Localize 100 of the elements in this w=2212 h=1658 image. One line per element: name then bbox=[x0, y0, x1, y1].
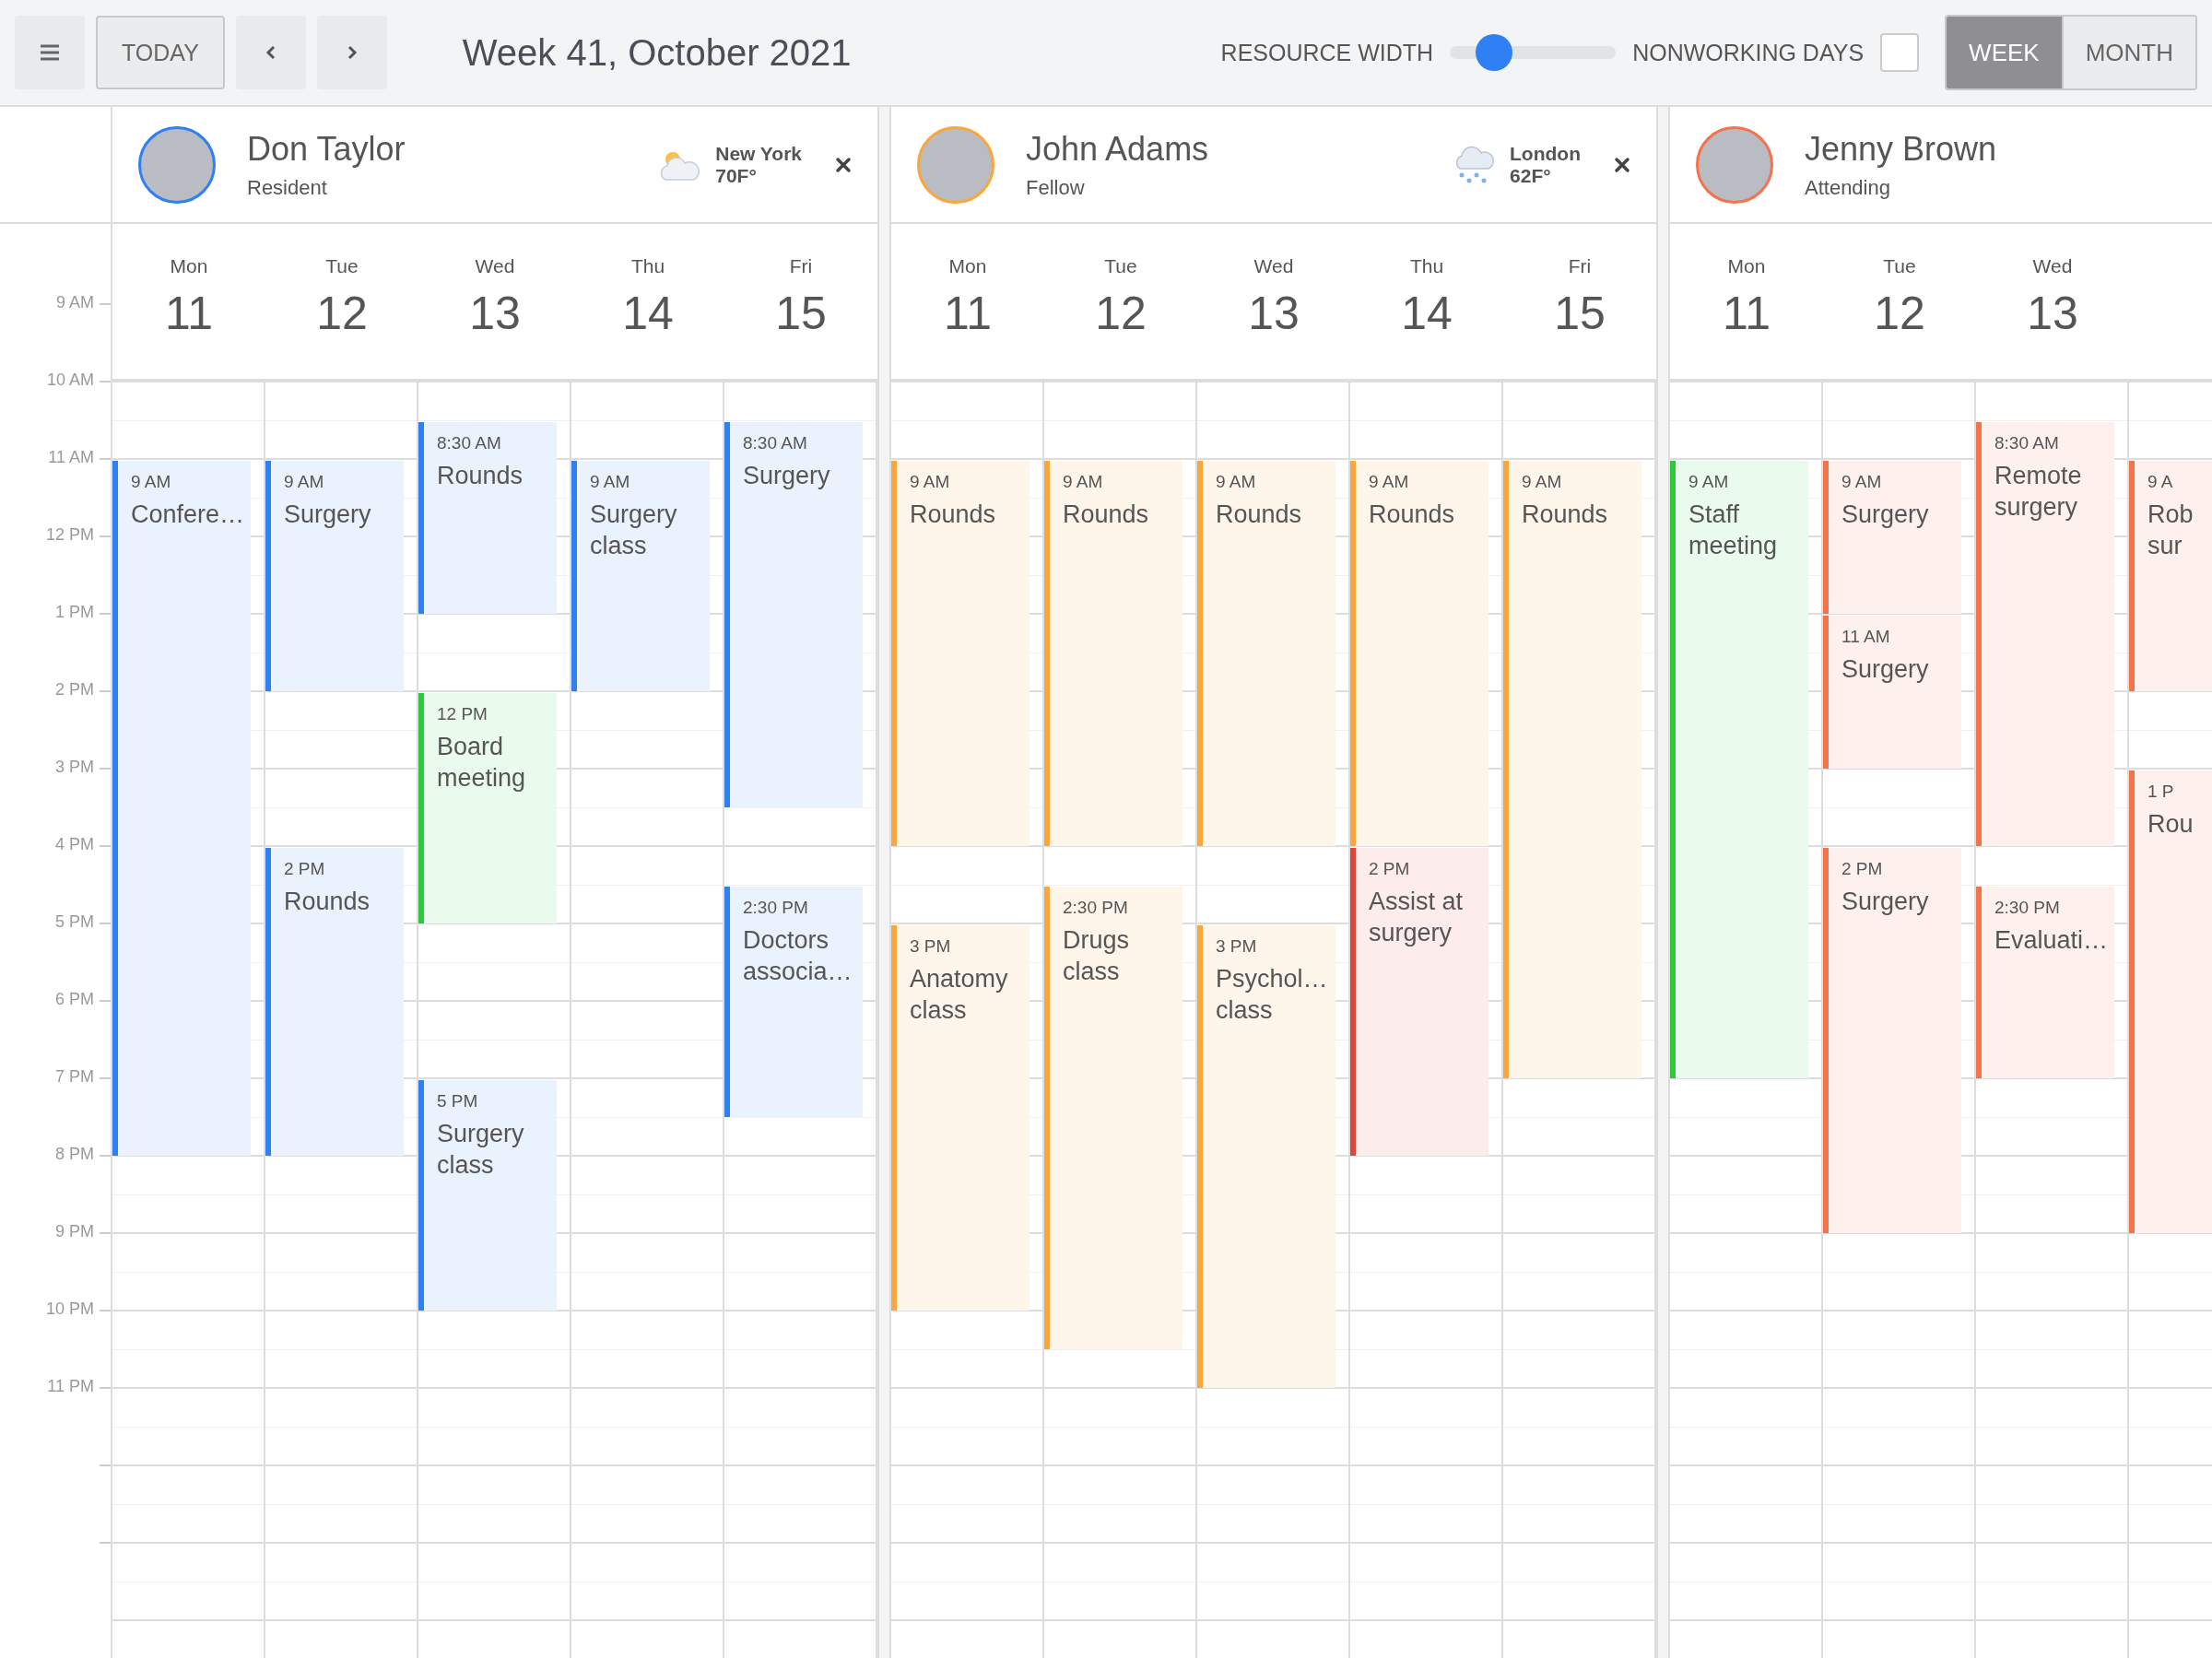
calendar-event[interactable]: 8:30 AM Surgery bbox=[724, 422, 863, 807]
time-label: 5 PM bbox=[55, 912, 94, 932]
calendar-event[interactable]: 11 AM Surgery bbox=[1823, 616, 1961, 769]
calendar-event[interactable]: 9 AM Surgery class bbox=[571, 461, 710, 691]
day-number: 15 bbox=[1554, 287, 1606, 340]
calendar-event[interactable]: 2:30 PM Drugs class bbox=[1044, 887, 1182, 1349]
menu-icon bbox=[40, 44, 60, 61]
calendar-event[interactable]: 9 AM Rounds bbox=[1503, 461, 1641, 1078]
event-title: Surgery bbox=[743, 461, 831, 491]
calendar-event[interactable]: 2 PM Surgery bbox=[1823, 848, 1961, 1233]
time-label: 8 PM bbox=[55, 1145, 94, 1164]
day-number: 11 bbox=[1723, 287, 1771, 340]
event-time: 2 PM bbox=[1841, 859, 1884, 879]
event-time: 9 AM bbox=[1688, 472, 1730, 492]
day-name: Tue bbox=[325, 255, 359, 277]
calendar-event[interactable]: 9 AM Rounds bbox=[1350, 461, 1488, 846]
resource-width-slider[interactable] bbox=[1450, 34, 1617, 71]
weather-city: New York bbox=[715, 142, 802, 165]
day-name: Wed bbox=[2032, 255, 2073, 277]
event-time: 9 AM bbox=[910, 472, 951, 492]
event-time: 9 AM bbox=[1841, 472, 1883, 492]
resource-name: Jenny Brown bbox=[1805, 129, 1998, 169]
calendar-event[interactable]: 9 AM Surgery bbox=[1823, 461, 1961, 614]
event-time: 3 PM bbox=[1216, 936, 1258, 957]
calendar-event[interactable]: 9 AM Rounds bbox=[891, 461, 1030, 846]
event-time: 11 AM bbox=[1841, 627, 1891, 647]
calendar-event[interactable]: 3 PM Psychol… class bbox=[1197, 925, 1335, 1388]
chevron-left-icon bbox=[265, 45, 276, 60]
time-label: 10 AM bbox=[46, 370, 94, 390]
event-title: Assist at surgery bbox=[1369, 887, 1465, 948]
calendar-event[interactable]: 9 AM Surgery bbox=[265, 461, 404, 691]
event-title: Staff meeting bbox=[1688, 500, 1779, 561]
event-time: 5 PM bbox=[437, 1091, 479, 1111]
calendar-event[interactable]: 12 PM Board meeting bbox=[418, 693, 557, 923]
event-time: 2 PM bbox=[1369, 859, 1411, 879]
day-name: Thu bbox=[630, 255, 665, 277]
event-title: Surgery bbox=[1841, 654, 1930, 685]
event-time: 8:30 AM bbox=[1994, 433, 2060, 453]
calendar-event[interactable]: 8:30 AM Remote surgery bbox=[1976, 422, 2114, 846]
event-title: Rou bbox=[2147, 809, 2194, 840]
event-title: Drugs class bbox=[1063, 925, 1131, 987]
time-label: 11 AM bbox=[48, 448, 94, 467]
day-name: Thu bbox=[1409, 255, 1444, 277]
resource-role: Resident bbox=[247, 175, 328, 200]
menu-button[interactable] bbox=[15, 16, 85, 89]
day-number: 12 bbox=[1095, 287, 1147, 340]
calendar-event[interactable]: 9 AM Rounds bbox=[1044, 461, 1182, 846]
event-title: Rounds bbox=[1369, 500, 1456, 530]
calendar-event[interactable]: 9 A Rob sur bbox=[2129, 461, 2212, 691]
event-title: Rounds bbox=[284, 887, 371, 917]
weather-city: London bbox=[1510, 142, 1581, 165]
event-title: Rounds bbox=[910, 500, 997, 530]
event-title: Confere… bbox=[131, 500, 240, 530]
event-time: 2:30 PM bbox=[1994, 898, 2061, 918]
event-time: 12 PM bbox=[437, 704, 488, 724]
day-name: Mon bbox=[170, 255, 208, 277]
resource-name: John Adams bbox=[1026, 129, 1210, 169]
weather-temperature: 70F° bbox=[715, 164, 758, 187]
event-time: 2:30 PM bbox=[743, 898, 809, 918]
day-number: 11 bbox=[944, 287, 992, 340]
calendar-event[interactable]: 3 PM Anatomy class bbox=[891, 925, 1030, 1311]
event-time: 9 AM bbox=[1216, 472, 1257, 492]
event-time: 9 AM bbox=[131, 472, 172, 492]
nonworking-days-checkbox[interactable] bbox=[1880, 33, 1920, 72]
day-number: 12 bbox=[1874, 287, 1925, 340]
close-icon[interactable] bbox=[1614, 156, 1630, 173]
event-title: Psychol… class bbox=[1216, 964, 1324, 1026]
calendar-event[interactable]: 1 P Rou bbox=[2129, 770, 2212, 1233]
day-number: 14 bbox=[622, 287, 674, 340]
event-title: Remote surgery bbox=[1994, 461, 2083, 523]
resource-role: Fellow bbox=[1026, 175, 1086, 200]
day-name: Fri bbox=[1568, 255, 1592, 277]
resource-name: Don Taylor bbox=[247, 129, 406, 169]
calendar-event[interactable]: 2:30 PM Doctors associa… bbox=[724, 887, 863, 1117]
today-button[interactable]: TODAY bbox=[96, 16, 225, 89]
time-label: 9 PM bbox=[55, 1222, 94, 1241]
calendar-event[interactable]: 2 PM Rounds bbox=[265, 848, 404, 1156]
calendar-event[interactable]: 2:30 PM Evaluati… bbox=[1976, 887, 2114, 1078]
calendar-event[interactable]: 9 AM Confere… bbox=[112, 461, 251, 1156]
day-number: 13 bbox=[469, 287, 521, 340]
week-title: Week 41, October 2021 bbox=[462, 31, 852, 74]
event-title: Surgery class bbox=[590, 500, 678, 561]
event-time: 9 AM bbox=[1063, 472, 1104, 492]
slider-thumb[interactable] bbox=[1476, 34, 1513, 71]
calendar-event[interactable]: 9 AM Staff meeting bbox=[1670, 461, 1808, 1078]
calendar-event[interactable]: 8:30 AM Rounds bbox=[418, 422, 557, 614]
calendar-event[interactable]: 9 AM Rounds bbox=[1197, 461, 1335, 846]
calendar-event[interactable]: 5 PM Surgery class bbox=[418, 1080, 557, 1311]
time-label: 9 AM bbox=[55, 293, 94, 312]
time-label: 4 PM bbox=[55, 835, 94, 854]
event-title: Rob sur bbox=[2147, 500, 2194, 561]
calendar-event[interactable]: 2 PM Assist at surgery bbox=[1350, 848, 1488, 1156]
day-name: Wed bbox=[475, 255, 515, 277]
day-name: Mon bbox=[1727, 255, 1766, 277]
view-tab[interactable]: MONTH bbox=[2061, 17, 2195, 88]
day-number: 13 bbox=[1248, 287, 1300, 340]
event-title: Surgery bbox=[284, 500, 372, 530]
nonworking-days-label: NONWORKING DAYS bbox=[1632, 39, 1865, 66]
time-label: 1 PM bbox=[55, 603, 94, 622]
close-icon[interactable] bbox=[835, 156, 852, 173]
